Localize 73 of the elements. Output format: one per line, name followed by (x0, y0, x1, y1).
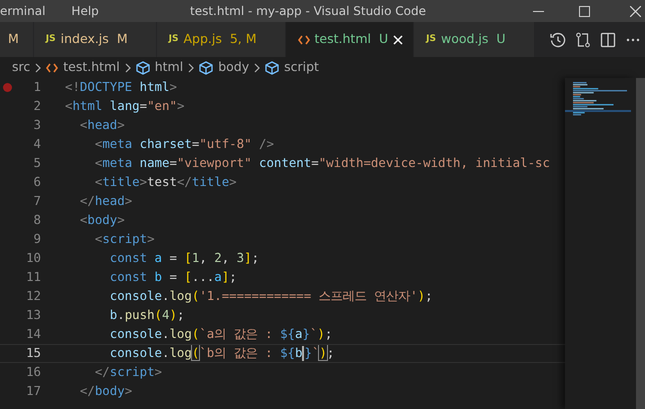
line-number: 4 (32, 136, 41, 153)
line-number: 5 (32, 155, 41, 172)
breakpoint-dot[interactable] (3, 83, 12, 92)
js-label: JS (46, 32, 56, 46)
line-number: 17 (25, 383, 41, 400)
editor-tab[interactable]: test.html U (286, 22, 414, 57)
cube-icon (265, 60, 280, 74)
breadcrumb-item[interactable]: test.html (63, 58, 120, 77)
line-number: 2 (32, 98, 41, 115)
breadcrumb-item[interactable]: body (218, 58, 250, 77)
minimize-icon (532, 10, 544, 12)
close-icon[interactable] (393, 34, 404, 44)
line-number: 12 (25, 288, 41, 305)
split-editor-icon[interactable] (600, 32, 616, 48)
editor-tab[interactable]: JS index.js M (34, 22, 157, 57)
code-line: </body> (78, 383, 132, 400)
code-line: b.push(4); (108, 307, 184, 324)
compare-changes-icon[interactable] (575, 32, 591, 48)
scrollbar[interactable] (636, 78, 645, 409)
chevron-right-icon (254, 62, 260, 72)
line-number: 16 (25, 364, 41, 381)
close-icon (630, 6, 641, 16)
editor-tab[interactable]: JS wood.js U (414, 22, 535, 57)
status-label: 5, M (230, 30, 257, 48)
maximize-icon (578, 6, 590, 16)
code-line: <!DOCTYPE html> (65, 79, 177, 96)
js-label: JS (168, 32, 178, 46)
code-line: <script> (94, 231, 155, 248)
line-number: 11 (25, 269, 41, 286)
code-line: console.log('1.============ 스프레드 연산자'); (108, 288, 433, 305)
code-line: <meta charset="utf-8" /> (94, 136, 274, 153)
menu-item[interactable]: Help (71, 2, 99, 20)
editor-tab[interactable]: M (0, 22, 34, 57)
code-line: console.log(`a의 값은 : ${a}`); (108, 326, 332, 343)
code-brackets-icon (46, 62, 58, 72)
editor-tab[interactable]: JS App.js 5, M (156, 22, 286, 57)
code-line: <html lang="en"> (65, 98, 184, 115)
line-number: 6 (32, 174, 41, 191)
code-line: <title>test</title> (94, 174, 237, 191)
line-number: 9 (32, 231, 41, 248)
line-number: 8 (32, 212, 41, 229)
line-number: 3 (32, 117, 41, 134)
status-label: U (378, 30, 388, 48)
code-line: const a = [1, 2, 3]; (108, 250, 260, 267)
line-number: 7 (32, 193, 41, 210)
line-number: 15 (25, 345, 41, 362)
line-number: 14 (25, 326, 41, 343)
js-label: JS (426, 32, 436, 46)
cube-icon (136, 60, 150, 74)
breadcrumb-item[interactable]: script (284, 58, 319, 77)
code-line: </script> (94, 364, 162, 381)
breadcrumb-item[interactable]: src (12, 58, 30, 77)
window-title: test.html - my-app - Visual Studio Code (190, 4, 426, 18)
code-line: <meta name="viewport" content="width=device-width, initial-sc (94, 155, 550, 172)
line-number: 13 (25, 307, 41, 324)
code-line: </head> (78, 193, 132, 210)
status-label: M (116, 30, 128, 48)
line-number: 10 (25, 250, 41, 267)
code-line: <head> (78, 117, 125, 134)
chevron-right-icon (35, 62, 42, 72)
code-line: <body> (78, 212, 125, 229)
chevron-right-icon (188, 62, 194, 72)
status-label: U (496, 30, 506, 48)
chevron-right-icon (124, 62, 131, 72)
menu-item[interactable]: erminal (0, 2, 46, 20)
code-line: console.log(`b의 값은 : ${b }`); (108, 345, 334, 362)
cube-icon (199, 60, 214, 74)
status-label: M (8, 30, 19, 48)
line-number: 1 (32, 79, 41, 96)
history-icon[interactable] (550, 32, 566, 48)
breadcrumb-item[interactable]: html (154, 58, 184, 77)
code-line: const b = [...a]; (108, 269, 237, 286)
code-brackets-icon (298, 34, 310, 44)
